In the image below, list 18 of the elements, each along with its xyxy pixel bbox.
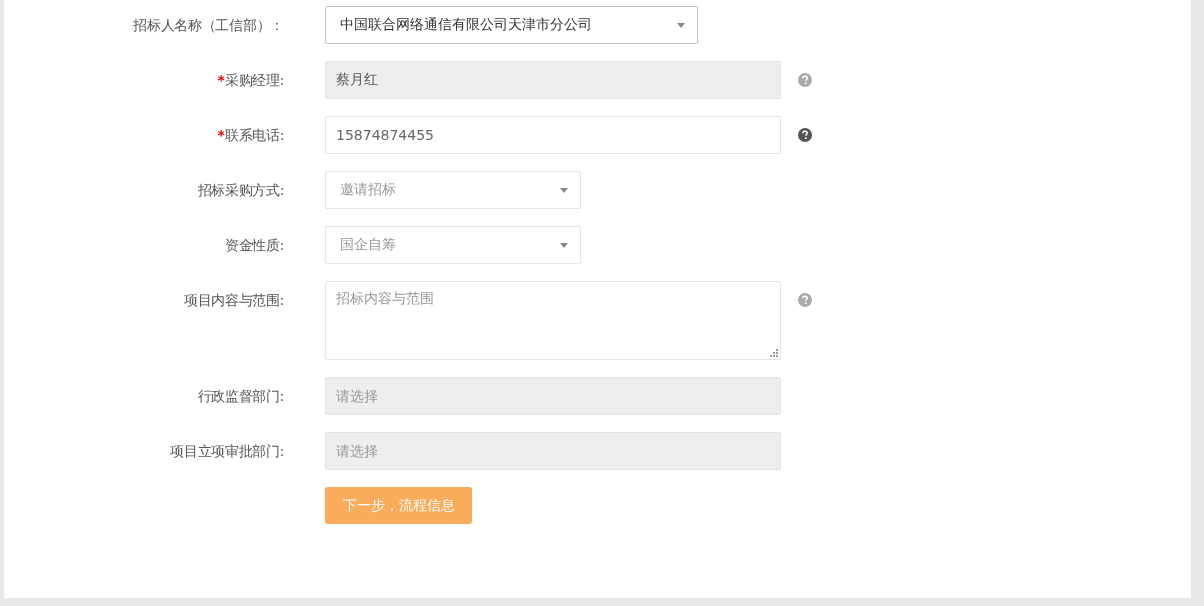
resize-grip-icon[interactable] — [770, 349, 778, 357]
field-label: 招标采购方式: — [197, 181, 284, 200]
text-area[interactable]: 招标内容与范围 — [325, 281, 781, 360]
field-label: 招标人名称（工信部）： — [133, 16, 284, 35]
field-label: 采购经理: — [224, 71, 284, 90]
required-mark: * — [217, 71, 225, 90]
caret-icon — [560, 187, 568, 193]
input-field[interactable]: 15874874455 — [325, 116, 781, 154]
field-label: 项目内容与范围: — [183, 291, 284, 310]
field-label: 项目立项审批部门: — [170, 442, 284, 461]
help-icon[interactable] — [798, 128, 812, 142]
field-label: 资金性质: — [224, 236, 284, 255]
required-mark: * — [217, 126, 225, 145]
dropdown-field[interactable]: 中国联合网络通信有限公司天津市分公司 — [325, 6, 698, 44]
caret-icon — [560, 242, 568, 248]
field-label: 联系电话: — [224, 126, 284, 145]
caret-icon — [677, 22, 685, 28]
field-label: 行政监督部门: — [197, 387, 284, 406]
